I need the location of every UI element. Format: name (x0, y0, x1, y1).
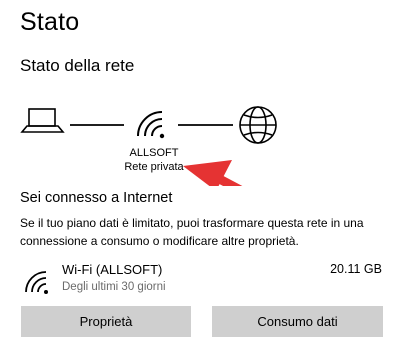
adapter-wifi-icon (25, 271, 48, 294)
adapter-usage: 20.11 GB (330, 262, 382, 276)
wifi-icon (137, 111, 165, 139)
data-usage-button[interactable]: Consumo dati (212, 306, 383, 337)
adapter-period: Degli ultimi 30 giorni (62, 281, 166, 293)
connection-description: Se il tuo piano dati è limitato, puoi tr… (20, 216, 364, 248)
properties-button[interactable]: Proprietà (21, 306, 191, 337)
network-type: Rete privata (124, 161, 184, 173)
connection-status-heading: Sei connesso a Internet (20, 190, 173, 206)
adapter-name: Wi-Fi (ALLSOFT) (62, 262, 163, 277)
globe-icon (239, 106, 277, 144)
laptop-icon (20, 108, 65, 133)
network-name: ALLSOFT (129, 147, 179, 159)
page-title: Stato (20, 8, 80, 36)
network-status-heading: Stato della rete (20, 56, 135, 75)
